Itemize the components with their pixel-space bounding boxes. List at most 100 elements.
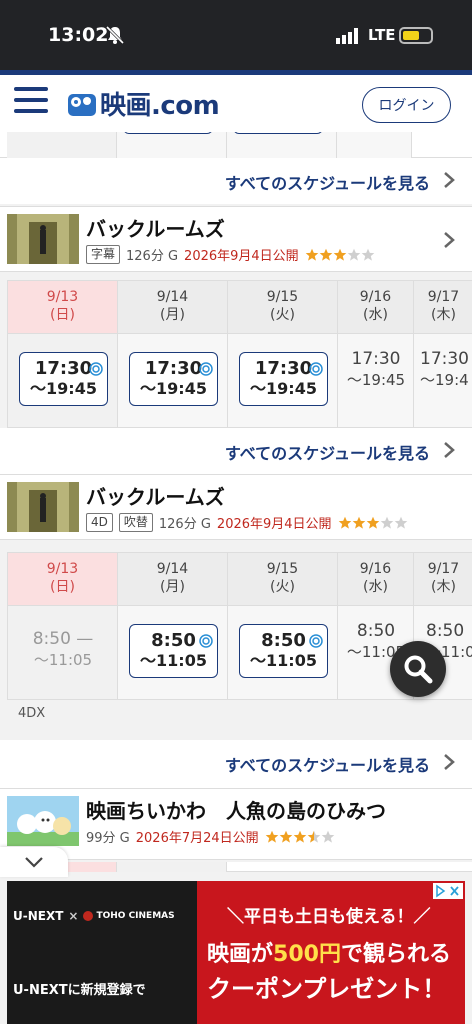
showtime-end: 〜19:45 [140,379,207,398]
ad-collapse-button[interactable] [0,847,68,877]
movie-title: バックルームズ [86,485,225,509]
film-camera-icon [68,93,96,116]
movie-header[interactable]: バックルームズ 字幕 126分 G 2026年9月4日公開 [0,206,472,272]
showtime-start: 8:50 [426,621,465,641]
all-schedule-link[interactable]: すべてのスケジュールを見る [225,170,430,194]
search-icon [404,655,433,684]
showtime-start: 17:30 [351,349,401,369]
adchoices-icon[interactable] [433,883,463,899]
movie-header[interactable]: バックルームズ 4D 吹替 126分 G 2026年9月4日公開 [0,474,472,540]
toho-logo: TOHO CINEMAS [96,911,175,921]
day-header: 9/16 (水) [338,553,414,605]
showtime-end: 〜19:45 [346,371,406,389]
login-button[interactable]: ログイン [362,87,451,123]
star-icon [333,248,346,261]
star-rating [265,830,335,844]
schedule-cell: 8:50 — 〜11:05 [8,605,118,699]
showtime-button[interactable]: 17:30 〜19:45 [19,352,108,406]
day-header: 9/14 (月) [118,553,228,605]
star-icon [352,516,365,529]
menu-icon[interactable] [14,87,48,117]
day-weekday: (水) [363,307,388,323]
day-weekday: (火) [270,579,295,595]
showtime-button[interactable]: 8:50 〜11:05 [239,624,328,678]
runtime-rating: 126分 G [158,517,211,532]
release-date: 2026年7月24日公開 [135,831,259,846]
day-header: 9/15 (火) [228,553,338,605]
day-weekday: (日) [50,307,75,323]
showtime-past: 8:50 — 〜11:05 [8,628,118,670]
chevron-down-icon [25,857,43,868]
release-date: 2026年9月4日公開 [184,249,299,264]
showtime-button[interactable]: 17:30 〜19:45 [239,352,328,406]
movie-thumbnail [7,214,79,264]
all-schedule-link[interactable]: すべてのスケジュールを見る [225,440,430,464]
movie-meta: 99分 G 2026年7月24日公開 [86,827,335,846]
dub-tag: 吹替 [118,513,153,532]
more-schedule-row: すべてのスケジュールを見る [0,158,472,204]
runtime-rating: 99分 G [86,831,130,846]
star-icon [394,516,407,529]
ad-line-2: 映画が500円で観られる [207,936,451,968]
ad-right-panel: ＼平日も土日も使える！／ 映画が500円で観られる クーポンプレゼント！ [197,881,465,1024]
showtime-end: 〜11:05 [250,651,317,670]
day-weekday: (火) [270,307,295,323]
ad-banner[interactable]: U-NEXT × TOHO CINEMAS U-NEXTに新規登録で ＼平日も土… [7,881,465,1024]
chevron-right-icon[interactable] [442,753,456,771]
day-date: 9/15 [266,561,299,577]
movie-meta: 字幕 126分 G 2026年9月4日公開 [86,245,375,264]
day-weekday: (水) [363,579,388,595]
day-header: 9/14 (月) [118,281,228,333]
ad-line-3: クーポンプレゼント！ [207,975,447,1003]
day-date: 9/14 [156,561,189,577]
movie-meta: 4D 吹替 126分 G 2026年9月4日公開 [86,513,408,532]
showtime-button[interactable]: 8:50 〜11:05 [129,624,218,678]
ad-line-1: ＼平日も土日も使える！／ [227,907,431,927]
schedule-cell: 17:30 〜19:45 [338,333,414,427]
day-weekday: (月) [160,307,185,323]
runtime-rating: 126分 G [126,249,179,264]
logo-text: 映画.com [100,91,220,121]
showtime-unavailable: 17:30 〜19:45 [338,348,414,390]
ad-line-2a: 映画が [207,942,274,967]
schedule-cell: 17:30 〜19:45 [118,333,228,427]
showtime-start: 17:30 [420,349,469,369]
search-button[interactable] [390,641,446,697]
all-schedule-link[interactable]: すべてのスケジュールを見る [225,752,430,776]
next-schedule-fragment [0,862,472,872]
day-date: 9/16 [359,561,392,577]
day-header: 9/13 (日) [8,281,118,333]
ad-brands: U-NEXT × TOHO CINEMAS [13,909,175,923]
star-icon [265,830,278,843]
showtime-end: 〜11:05 [140,651,207,670]
star-icon [307,830,320,843]
schedule-cell: 8:50 〜11:05 [118,605,228,699]
showtime-start: 8:50 — [32,629,94,649]
site-logo[interactable]: 映画.com [66,85,220,122]
toho-logo-mark [83,911,94,921]
network-type: LTE [368,26,396,44]
schedule-grid: 9/13 (日) 9/14 (月) 9/15 (火) 9/16 (水) 9/17 (木) … [7,280,472,428]
star-rating [338,516,408,530]
ad-times: × [68,909,79,923]
showtime-unavailable: 17:30 〜19:4 [420,348,472,390]
movie-title: バックルームズ [86,217,225,241]
previous-schedule-fragment [0,132,472,158]
chevron-right-icon [444,232,455,248]
day-weekday: (日) [50,579,75,595]
status-bar: 13:02 LTE [0,0,472,70]
chevron-right-icon[interactable] [442,441,456,459]
chevron-right-icon[interactable] [442,171,456,189]
star-icon [293,830,306,843]
movie-header[interactable]: 映画ちいかわ 人魚の島のひみつ 99分 G 2026年7月24日公開 [0,788,472,860]
day-date: 9/13 [46,561,79,577]
star-icon [366,516,379,529]
star-icon [338,516,351,529]
star-icon [279,830,292,843]
ad-left-panel: U-NEXT × TOHO CINEMAS U-NEXTに新規登録で [7,881,197,1024]
showtime-button[interactable]: 17:30 〜19:45 [129,352,218,406]
seats-available-icon [199,362,213,376]
day-date: 9/14 [156,289,189,305]
bell-muted-icon [106,25,124,45]
day-date: 9/17 [427,561,460,577]
